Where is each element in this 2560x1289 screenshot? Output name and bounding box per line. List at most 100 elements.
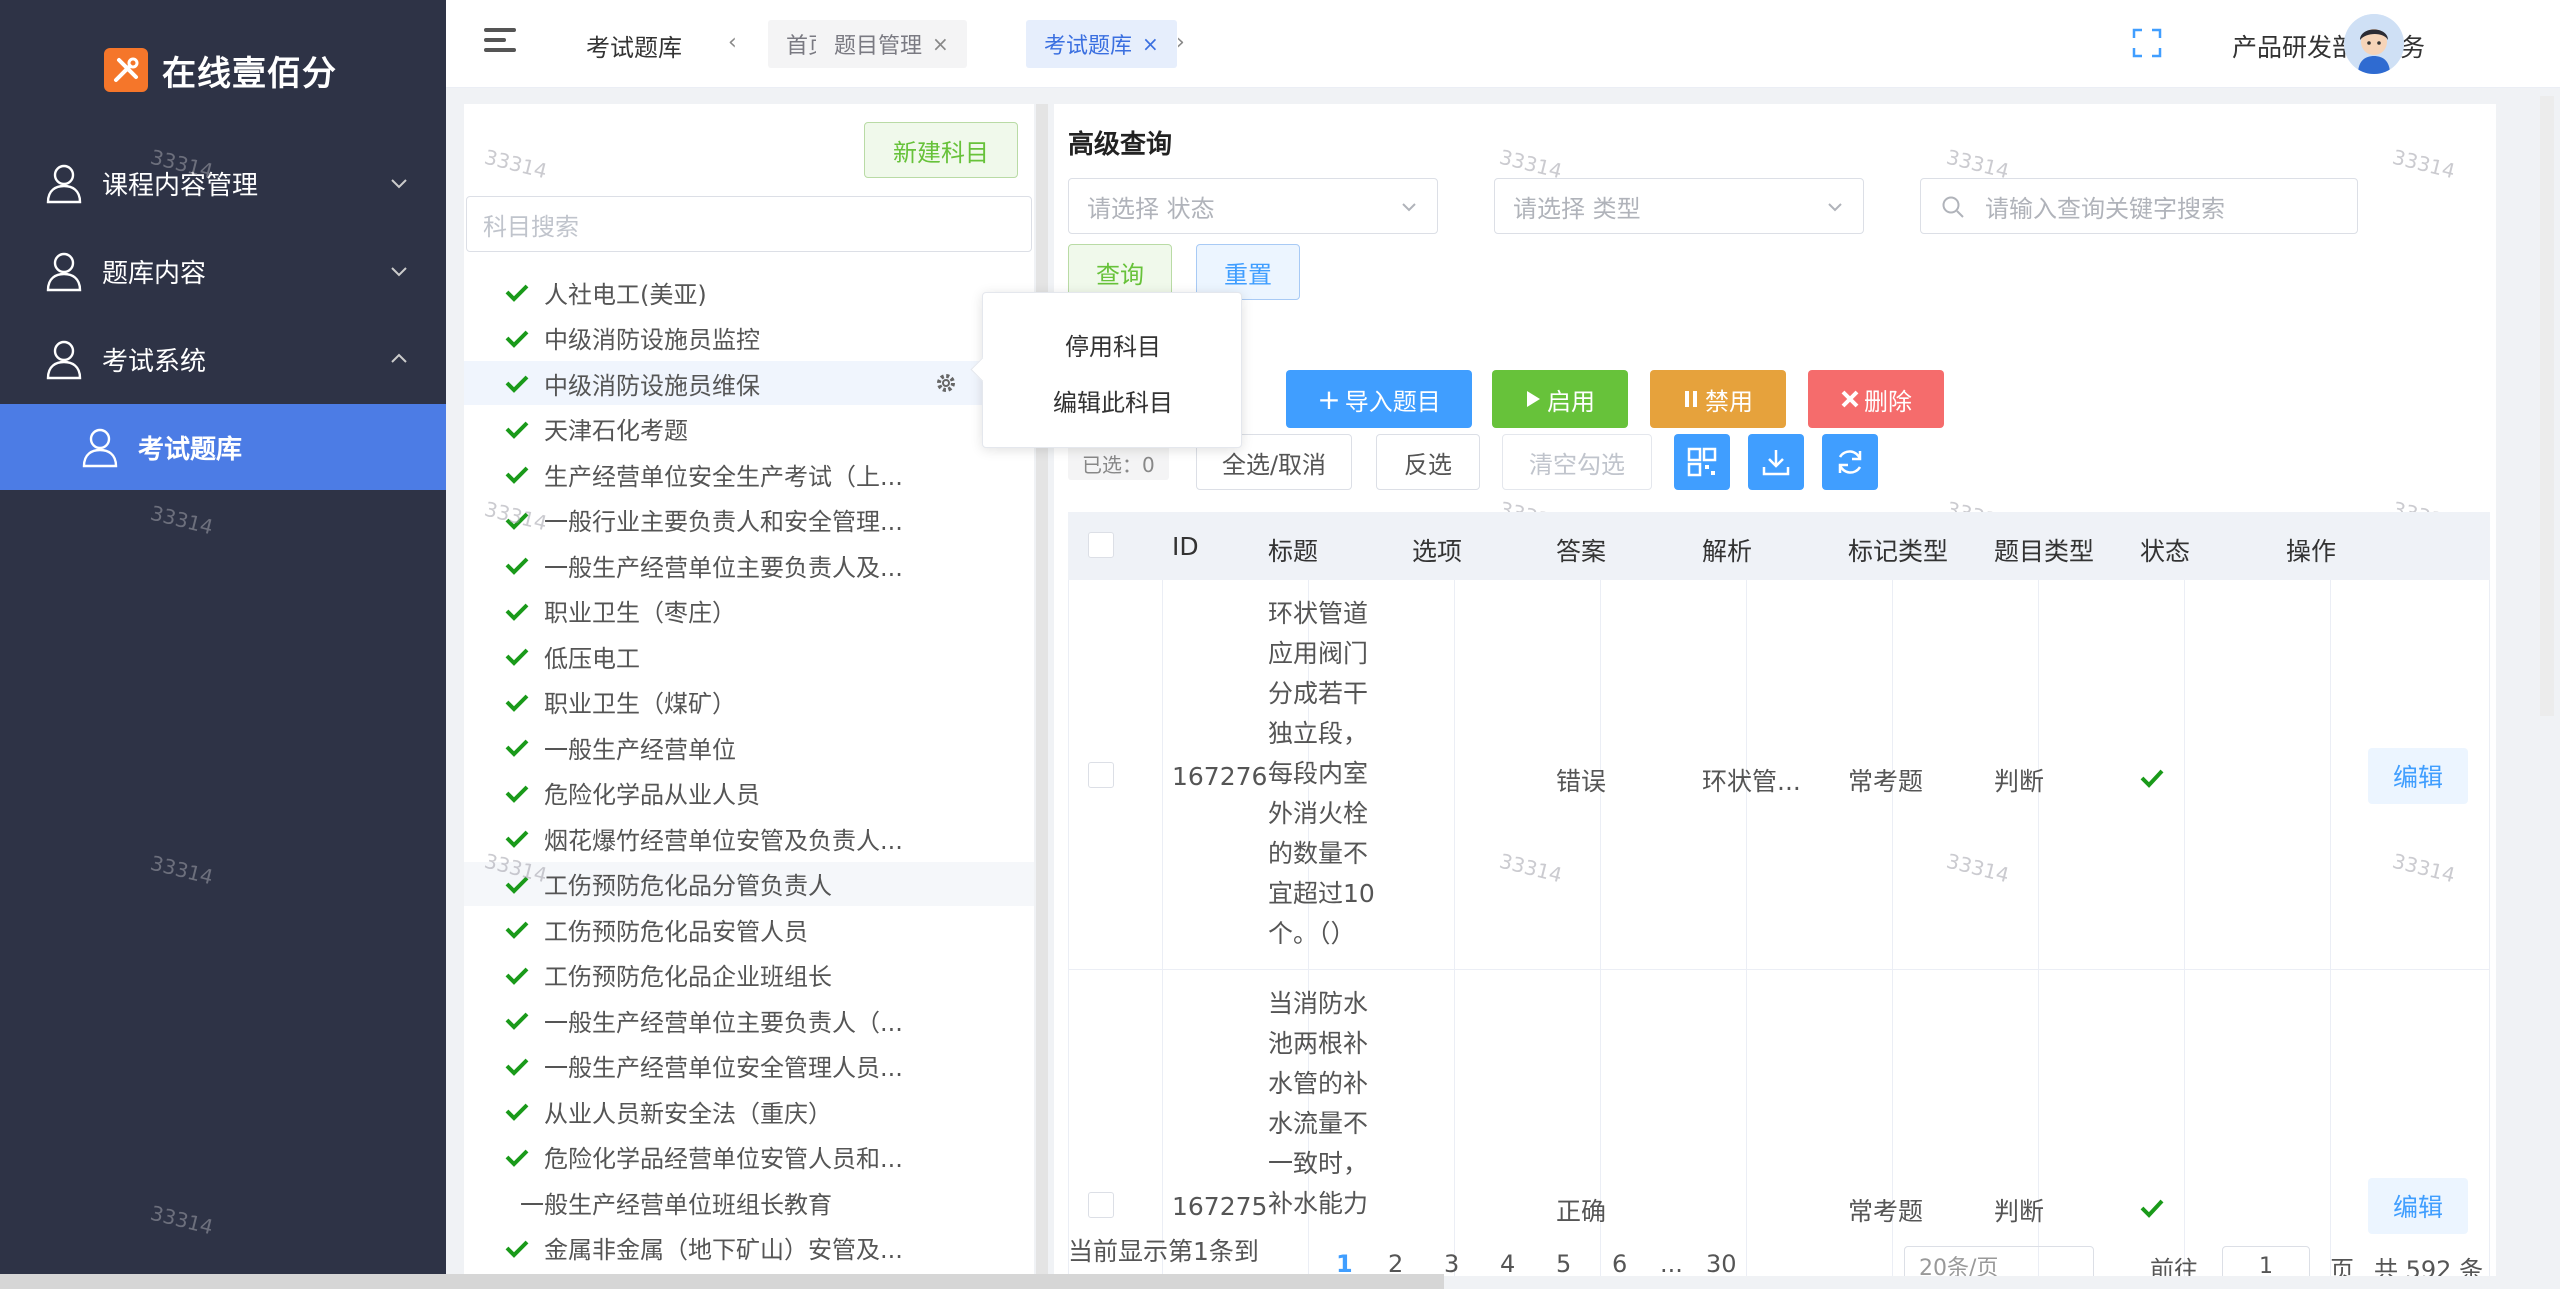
table-row: 167275 当消防水 池两根补 水管的补 水流量不 一致时， 补水能力 正确 … — [1068, 970, 2490, 1276]
subject-search-input[interactable]: 科目搜索 — [466, 196, 1032, 252]
check-icon — [505, 1058, 529, 1076]
download-icon — [1762, 450, 1790, 476]
select-all-checkbox[interactable] — [1088, 532, 1114, 558]
disable-button[interactable]: 禁用 — [1650, 370, 1786, 428]
check-icon — [505, 1103, 529, 1121]
horizontal-scrollbar[interactable] — [0, 1274, 1444, 1289]
menu-question-bank[interactable]: 题库内容 — [0, 228, 446, 314]
goto-page-input[interactable]: 1 — [2222, 1246, 2310, 1276]
subject-item[interactable]: 从业人员新安全法（重庆） — [464, 1089, 1034, 1133]
subject-item[interactable]: 危险化学品经营单位安管人员和... — [464, 1135, 1034, 1179]
close-icon[interactable]: × — [1142, 32, 1159, 56]
menu-exam-bank[interactable]: 考试题库 — [0, 404, 446, 490]
check-icon — [505, 421, 529, 439]
tabs-prev-icon[interactable]: ‹ — [728, 30, 737, 55]
check-icon — [505, 1012, 529, 1030]
import-questions-button[interactable]: + 导入题目 — [1286, 370, 1472, 428]
subject-label: 职业卫生（煤矿） — [544, 690, 736, 718]
advanced-query-title: 高级查询 — [1068, 130, 1173, 160]
page-4[interactable]: 4 — [1500, 1250, 1515, 1276]
page-6[interactable]: 6 — [1612, 1250, 1627, 1276]
tab-question-management[interactable]: 题目管理 × — [816, 20, 967, 68]
menu-exam-system[interactable]: 考试系统 — [0, 316, 446, 402]
subject-item[interactable]: 一般生产经营单位班组长教育 — [464, 1180, 1034, 1224]
title-line: 每段内室 — [1268, 759, 1369, 788]
subject-item[interactable]: 天津石化考题 — [464, 407, 1034, 451]
fullscreen-icon[interactable] — [2132, 28, 2162, 58]
type-select[interactable]: 请选择 类型 — [1494, 178, 1864, 234]
subject-item[interactable]: 一般生产经营单位主要负责人（... — [464, 998, 1034, 1042]
page-2[interactable]: 2 — [1388, 1250, 1403, 1276]
user-icon — [46, 252, 82, 292]
check-icon — [505, 603, 529, 621]
subject-item[interactable]: 一般行业主要负责人和安全管理... — [464, 498, 1034, 542]
close-icon[interactable]: × — [932, 32, 949, 56]
question-mark-type: 常考题 — [1848, 1197, 1924, 1226]
subject-scrollbar[interactable] — [1036, 104, 1048, 1276]
page-scrollbar[interactable] — [2540, 96, 2554, 716]
subject-item[interactable]: 工伤预防危化品安管人员 — [464, 907, 1034, 951]
enable-button[interactable]: 启用 — [1492, 370, 1628, 428]
edit-button[interactable]: 编辑 — [2368, 1178, 2468, 1234]
new-subject-button[interactable]: 新建科目 — [864, 122, 1018, 178]
subject-label: 一般生产经营单位主要负责人（... — [544, 1008, 903, 1037]
edit-button[interactable]: 编辑 — [2368, 748, 2468, 804]
row-checkbox[interactable] — [1088, 762, 1114, 788]
col-analysis: 解析 — [1702, 537, 1753, 566]
gear-icon[interactable] — [934, 371, 958, 395]
title-line: 当消防水 — [1268, 989, 1369, 1018]
tools-icon — [104, 48, 148, 92]
title-line: 宜超过10 — [1268, 879, 1375, 908]
question-analysis: 环状管... — [1702, 767, 1801, 796]
qrcode-button[interactable] — [1674, 434, 1730, 490]
tab-exam-bank[interactable]: 考试题库 × — [1026, 20, 1177, 68]
edit-subject-menu-item[interactable]: 编辑此科目 — [983, 383, 1243, 418]
subject-item[interactable]: 烟花爆竹经营单位安管及负责人... — [464, 816, 1034, 860]
page-last[interactable]: 30 — [1706, 1250, 1737, 1276]
status-enabled-icon — [2140, 769, 2164, 788]
page-5[interactable]: 5 — [1556, 1250, 1571, 1276]
subject-item[interactable]: 工伤预防危化品分管负责人 — [464, 861, 1034, 906]
subject-label: 危险化学品从业人员 — [544, 781, 760, 809]
menu-course-content[interactable]: 课程内容管理 — [0, 140, 446, 226]
row-checkbox[interactable] — [1088, 1192, 1114, 1218]
subject-item[interactable]: 危险化学品从业人员 — [464, 771, 1034, 815]
status-select[interactable]: 请选择 状态 — [1068, 178, 1438, 234]
subject-item[interactable]: 工伤预防危化品企业班组长 — [464, 953, 1034, 997]
invert-selection-button[interactable]: 反选 — [1376, 434, 1480, 490]
app-logo[interactable]: 在线壹佰分 — [104, 46, 337, 94]
menu-toggle-icon[interactable] — [484, 28, 516, 56]
avatar[interactable] — [2344, 14, 2404, 74]
menu-label: 考试题库 — [138, 434, 243, 465]
subject-item[interactable]: 一般生产经营单位安全管理人员... — [464, 1044, 1034, 1088]
col-mark-type: 标记类型 — [1848, 537, 1949, 566]
subject-item[interactable]: 一般生产经营单位 — [464, 725, 1034, 769]
tabs-next-icon[interactable]: › — [1176, 30, 1185, 55]
delete-button[interactable]: 删除 — [1808, 370, 1944, 428]
chevron-down-icon — [391, 267, 407, 277]
subject-item[interactable]: 生产经营单位安全生产考试（上... — [464, 452, 1034, 496]
col-actions: 操作 — [2286, 537, 2337, 566]
clear-selection-button[interactable]: 清空勾选 — [1502, 434, 1652, 490]
page-size-select[interactable]: 20条/页 — [1904, 1246, 2094, 1276]
subject-item[interactable]: 中级消防设施员监控 — [464, 316, 1034, 360]
subject-label: 一般生产经营单位班组长教育 — [520, 1190, 832, 1219]
subject-item[interactable]: 职业卫生（煤矿） — [464, 680, 1034, 724]
disable-subject-menu-item[interactable]: 停用科目 — [983, 327, 1243, 362]
subject-item[interactable]: 职业卫生（枣庄） — [464, 589, 1034, 633]
keyword-search-input[interactable]: 请输入查询关键字搜索 — [1920, 178, 2358, 234]
title-line: 应用阀门 — [1268, 639, 1369, 668]
refresh-button[interactable] — [1822, 434, 1878, 490]
page-1[interactable]: 1 — [1336, 1250, 1353, 1276]
page-3[interactable]: 3 — [1444, 1250, 1459, 1276]
page-ellipsis[interactable]: ... — [1660, 1250, 1683, 1276]
subject-item[interactable]: 一般生产经营单位主要负责人及... — [464, 543, 1034, 587]
subject-label: 一般生产经营单位安全管理人员... — [544, 1054, 903, 1082]
col-options: 选项 — [1412, 537, 1463, 566]
subject-label: 生产经营单位安全生产考试（上... — [544, 462, 903, 491]
subject-item[interactable]: 金属非金属（地下矿山）安管及... — [464, 1226, 1034, 1270]
subject-item[interactable]: 低压电工 — [464, 634, 1034, 678]
subject-item[interactable]: 中级消防设施员维保 — [464, 361, 1034, 405]
subject-item[interactable]: 人社电工(美亚) — [464, 270, 1034, 314]
download-button[interactable] — [1748, 434, 1804, 490]
